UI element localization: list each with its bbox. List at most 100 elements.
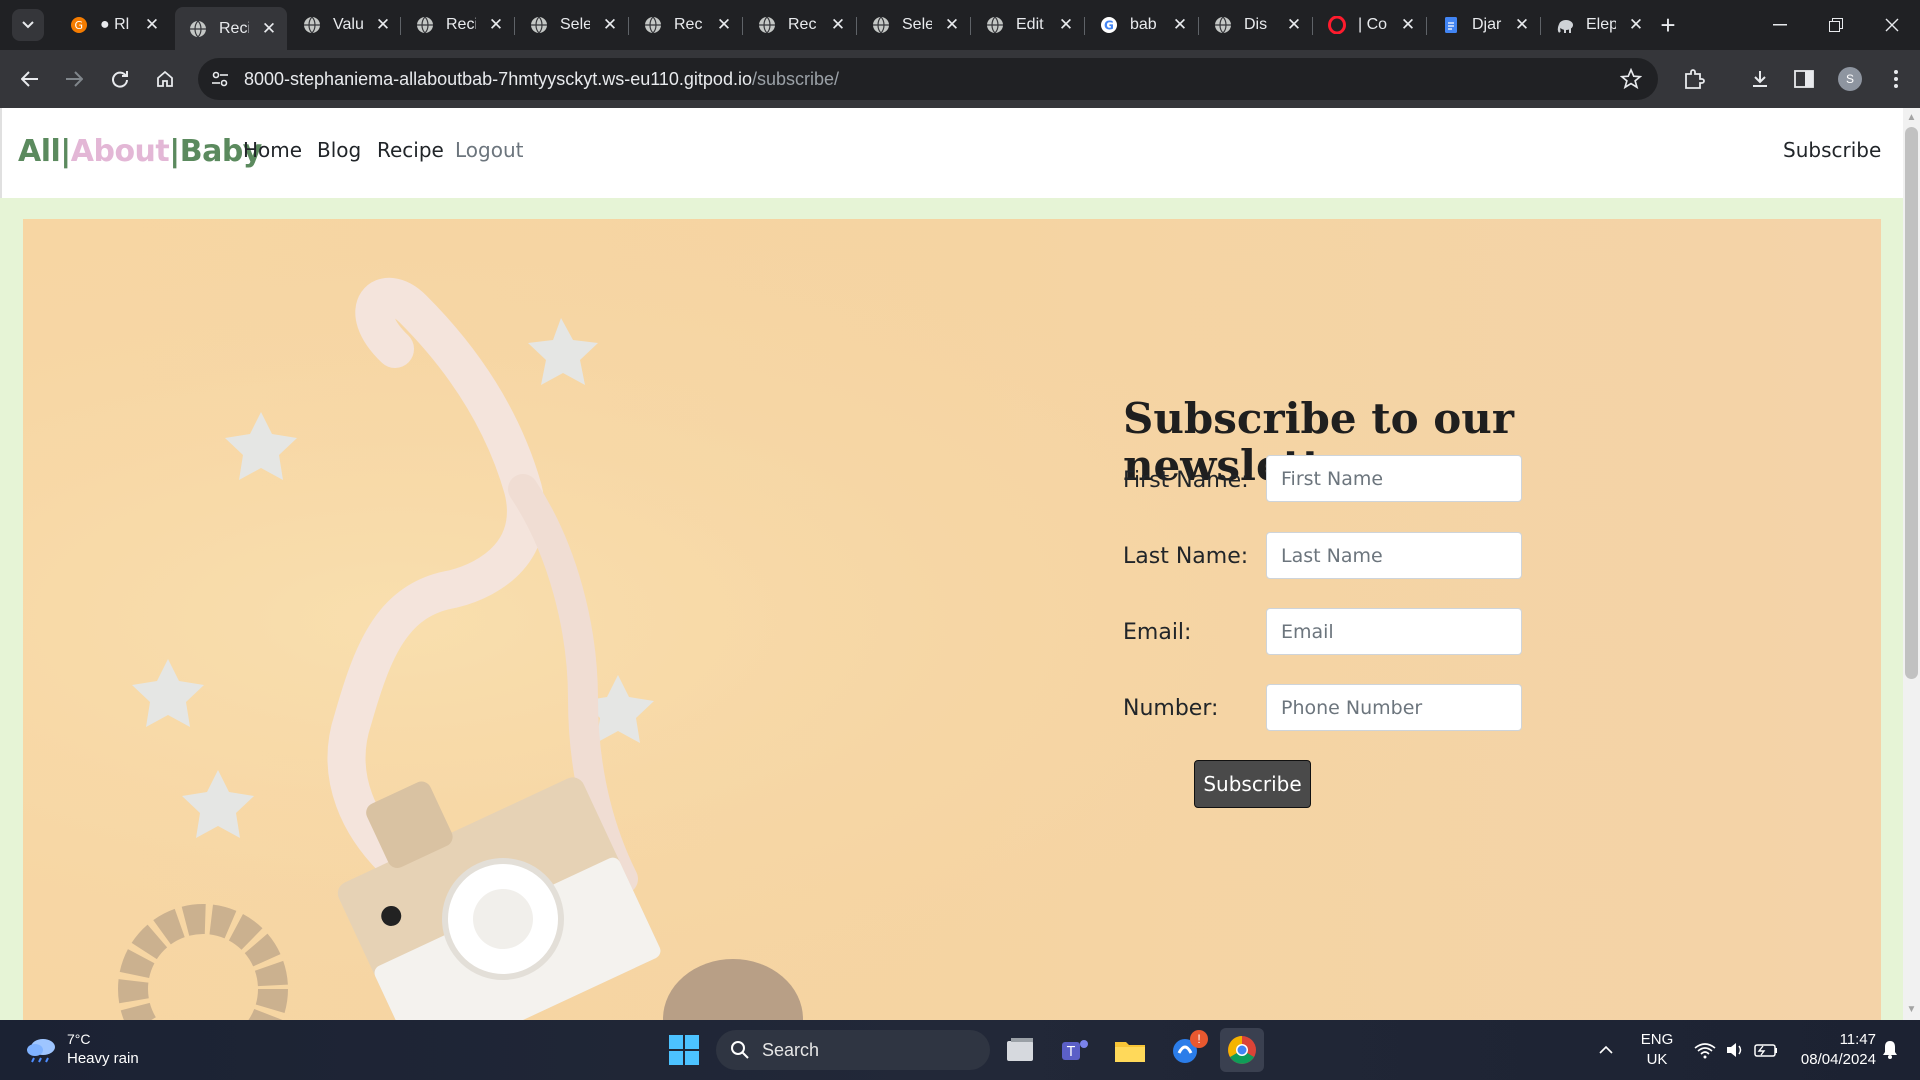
tab-close-icon[interactable]: ✕ [1056, 15, 1076, 35]
bookmark-star-icon[interactable] [1620, 68, 1642, 90]
tab-close-icon[interactable]: ✕ [828, 15, 848, 35]
browser-tab[interactable]: Sele ✕ [858, 8, 970, 42]
browser-tab[interactable]: Sele ✕ [516, 8, 628, 42]
browser-tab[interactable]: Rec ✕ [630, 8, 742, 42]
tab-separator [1084, 17, 1085, 35]
tab-close-icon[interactable]: ✕ [259, 19, 279, 39]
chrome-taskbar-button[interactable] [1220, 1028, 1264, 1072]
downloads-button[interactable] [1744, 63, 1776, 95]
brand-about: About [70, 134, 170, 169]
reload-icon [112, 71, 128, 88]
email-input[interactable] [1266, 608, 1522, 655]
browser-menu-button[interactable] [1880, 63, 1912, 95]
tab-close-icon[interactable]: ✕ [1398, 15, 1418, 35]
download-icon [1753, 71, 1767, 87]
nav-home-link[interactable]: Home [243, 138, 302, 162]
tab-title: Edit [1016, 16, 1044, 33]
url-path: /subscribe/ [751, 69, 840, 89]
scroll-up-arrow[interactable]: ▲ [1905, 111, 1918, 125]
tab-title: | Co [1358, 16, 1388, 33]
subscribe-hero [23, 219, 1881, 1020]
tab-search-button[interactable] [12, 9, 44, 41]
svg-text:G: G [75, 19, 84, 32]
notifications-button[interactable] [1870, 1030, 1910, 1070]
browser-tab[interactable]: Rec ✕ [744, 8, 856, 42]
clock-date: 08/04/2024 [1800, 1051, 1876, 1068]
browser-tab[interactable]: Djar ✕ [1428, 8, 1540, 42]
last-name-input[interactable] [1266, 532, 1522, 579]
close-icon [1885, 18, 1899, 32]
tab-close-icon[interactable]: ✕ [142, 15, 162, 35]
browser-tab[interactable]: Valu ✕ [289, 8, 401, 42]
start-button[interactable] [664, 1030, 704, 1070]
wifi-volume-battery-icon [1694, 1043, 1777, 1059]
tab-close-icon[interactable]: ✕ [600, 15, 620, 35]
scroll-down-arrow[interactable]: ▼ [1905, 1003, 1918, 1017]
teams-button[interactable]: T [1055, 1030, 1095, 1070]
minimize-button[interactable] [1752, 0, 1808, 50]
browser-tab[interactable]: Reci ✕ [175, 7, 287, 50]
tab-close-icon[interactable]: ✕ [1170, 15, 1190, 35]
tab-close-icon[interactable]: ✕ [714, 15, 734, 35]
email-label: Email: [1123, 620, 1192, 645]
task-view-button[interactable] [1000, 1030, 1040, 1070]
globe-icon [758, 16, 776, 34]
url-text[interactable]: 8000-stephaniema-allaboutbab-7hmtyysckyt… [244, 69, 839, 90]
weather-widget[interactable] [22, 1030, 62, 1070]
brand-logo[interactable]: All|About|Baby [18, 134, 262, 169]
tab-close-icon[interactable]: ✕ [1284, 15, 1304, 35]
side-panel-button[interactable] [1788, 63, 1820, 95]
nav-blog-link[interactable]: Blog [317, 138, 361, 162]
tab-close-icon[interactable]: ✕ [373, 15, 393, 35]
bell-icon [1883, 1041, 1897, 1059]
phone-number-input[interactable] [1266, 684, 1522, 731]
profile-avatar[interactable]: S [1838, 67, 1862, 91]
first-name-input[interactable] [1266, 455, 1522, 502]
browser-tab[interactable]: Reci ✕ [402, 8, 514, 42]
globe-icon [530, 16, 548, 34]
home-button[interactable] [147, 61, 183, 97]
scrollbar-thumb[interactable] [1905, 127, 1918, 679]
browser-tab[interactable]: Dis ✕ [1200, 8, 1312, 42]
tab-close-icon[interactable]: ✕ [486, 15, 506, 35]
svg-text:G: G [1104, 19, 1114, 33]
restore-icon [1829, 18, 1843, 32]
home-icon [157, 70, 173, 87]
globe-icon [644, 16, 662, 34]
tab-separator [1540, 17, 1541, 35]
browser-tab[interactable]: Elep ✕ [1542, 8, 1654, 42]
restore-button[interactable] [1808, 0, 1864, 50]
file-explorer-button[interactable] [1110, 1030, 1150, 1070]
browser-tab[interactable]: Gbab ✕ [1086, 8, 1198, 42]
forward-button[interactable] [56, 61, 92, 97]
taskbar-search[interactable]: Search [716, 1030, 990, 1070]
extensions-button[interactable] [1678, 63, 1710, 95]
browser-tab[interactable]: | Co ✕ [1314, 8, 1426, 42]
globe-icon [986, 16, 1004, 34]
back-button[interactable] [12, 61, 48, 97]
new-tab-button[interactable]: + [1652, 9, 1684, 41]
system-tray-status[interactable] [1688, 1030, 1788, 1070]
show-hidden-icons-button[interactable] [1586, 1030, 1626, 1070]
address-bar[interactable]: 8000-stephaniema-allaboutbab-7hmtyysckyt… [198, 58, 1658, 100]
tab-close-icon[interactable]: ✕ [1626, 15, 1646, 35]
app-with-notification-button[interactable]: ! [1166, 1030, 1208, 1070]
browser-tab[interactable]: Edit ✕ [972, 8, 1084, 42]
nav-subscribe-link[interactable]: Subscribe [1783, 138, 1881, 162]
notification-badge: ! [1190, 1030, 1208, 1048]
windows-logo-icon [669, 1035, 699, 1065]
nav-recipe-link[interactable]: Recipe [377, 138, 444, 162]
baby-camera-illustration [23, 219, 1881, 1020]
language-code[interactable]: ENG [1637, 1031, 1677, 1048]
site-settings-icon [212, 71, 228, 87]
subscribe-submit-button[interactable]: Subscribe [1194, 760, 1311, 808]
tab-close-icon[interactable]: ✕ [942, 15, 962, 35]
close-window-button[interactable] [1864, 0, 1920, 50]
globe-icon [189, 20, 207, 38]
browser-tab[interactable]: G ● Rl ✕ [56, 8, 170, 42]
nav-logout-link[interactable]: Logout [455, 138, 523, 162]
reload-button[interactable] [102, 61, 138, 97]
clock-time[interactable]: 11:47 [1786, 1031, 1876, 1048]
tab-title: Reci [446, 16, 476, 33]
tab-close-icon[interactable]: ✕ [1512, 15, 1532, 35]
